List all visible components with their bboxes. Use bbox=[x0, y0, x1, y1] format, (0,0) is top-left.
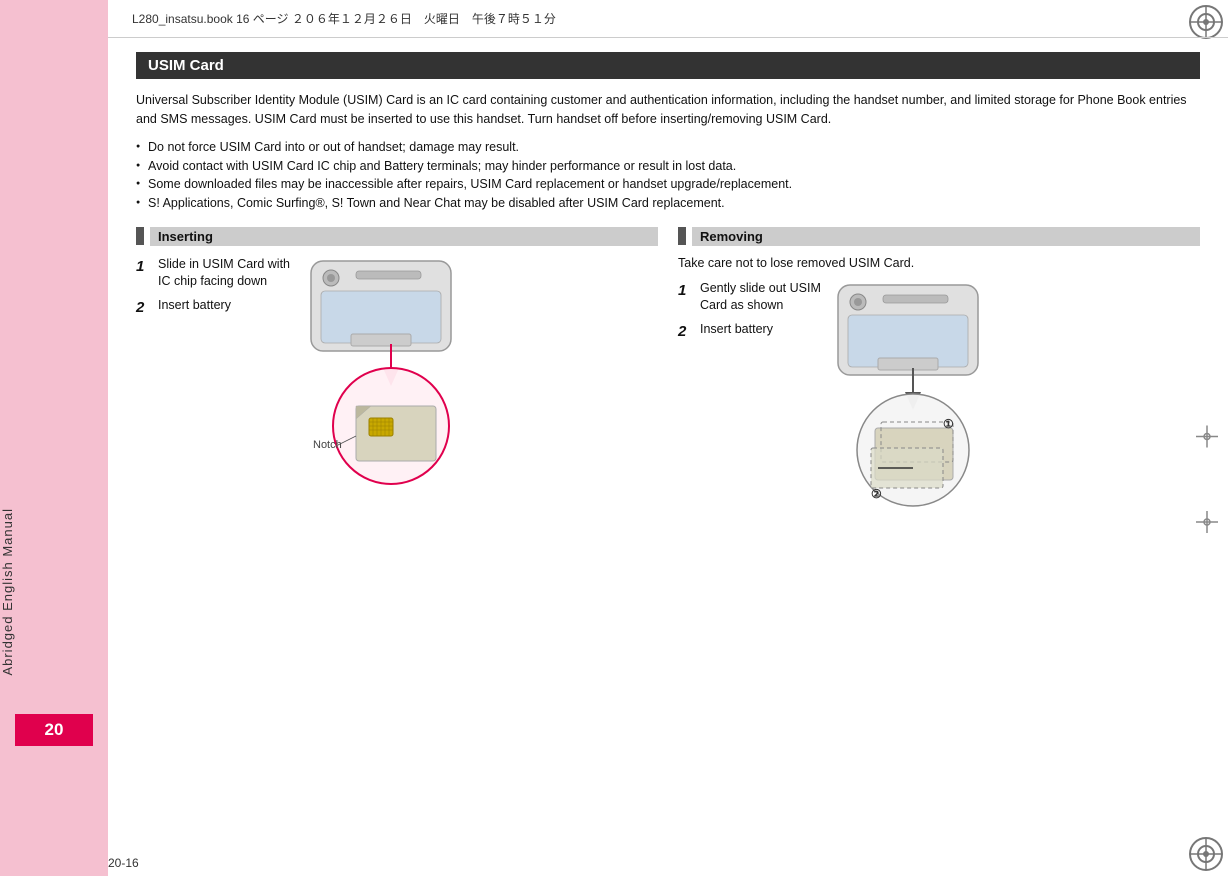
removing-content: 1 Gently slide out USIMCard as shown 2 I… bbox=[678, 280, 1200, 510]
intro-text: Universal Subscriber Identity Module (US… bbox=[136, 91, 1200, 130]
removing-steps: 1 Gently slide out USIMCard as shown 2 I… bbox=[678, 280, 823, 348]
bullet-item-2: Avoid contact with USIM Card IC chip and… bbox=[136, 157, 1200, 176]
bullet-item-3: Some downloaded files may be inaccessibl… bbox=[136, 175, 1200, 194]
page-number-badge: 20 bbox=[15, 714, 93, 746]
sidebar: Abridged English Manual 20 bbox=[0, 0, 108, 876]
step-2-text: Insert battery bbox=[158, 297, 231, 315]
remove-step-2-text: Insert battery bbox=[700, 321, 773, 339]
header-text: L280_insatsu.book 16 ページ ２０６年１２月２６日 火曜日 … bbox=[132, 10, 556, 27]
bullet-item-4: S! Applications, Comic Surfing®, S! Town… bbox=[136, 194, 1200, 213]
remove-diagram-svg: ① ② bbox=[823, 280, 1013, 510]
bottom-page-ref: 20-16 bbox=[108, 856, 139, 870]
removing-header-bar bbox=[678, 227, 686, 245]
inserting-content: 1 Slide in USIM Card withIC chip facing … bbox=[136, 256, 658, 486]
section-title: USIM Card bbox=[136, 52, 1200, 79]
removing-header-text: Removing bbox=[692, 227, 1200, 246]
remove-step-1-num: 1 bbox=[678, 280, 694, 301]
remove-step-1-text: Gently slide out USIMCard as shown bbox=[700, 280, 821, 315]
header-bar: L280_insatsu.book 16 ページ ２０６年１２月２６日 火曜日 … bbox=[108, 0, 1228, 38]
inserting-header: Inserting bbox=[136, 227, 658, 246]
inserting-step-2: 2 Insert battery bbox=[136, 297, 291, 318]
inserting-section: Inserting 1 Slide in USIM Card withIC ch… bbox=[136, 227, 658, 510]
bullet-list: Do not force USIM Card into or out of ha… bbox=[136, 138, 1200, 213]
step-1-text: Slide in USIM Card withIC chip facing do… bbox=[158, 256, 290, 291]
step-1-num: 1 bbox=[136, 256, 152, 277]
sidebar-label: Abridged English Manual bbox=[0, 508, 108, 676]
inserting-header-text: Inserting bbox=[150, 227, 658, 246]
insert-diagram-svg: Notch bbox=[291, 256, 491, 486]
main-content: USIM Card Universal Subscriber Identity … bbox=[108, 38, 1228, 848]
remove-diagram: ① ② bbox=[823, 280, 1200, 510]
two-column-section: Inserting 1 Slide in USIM Card withIC ch… bbox=[136, 227, 1200, 510]
svg-text:②: ② bbox=[871, 487, 882, 501]
svg-text:①: ① bbox=[943, 417, 954, 431]
inserting-steps: 1 Slide in USIM Card withIC chip facing … bbox=[136, 256, 291, 324]
insert-diagram: Notch bbox=[291, 256, 658, 486]
removing-step-1: 1 Gently slide out USIMCard as shown bbox=[678, 280, 823, 315]
removing-step-2: 2 Insert battery bbox=[678, 321, 823, 342]
step-2-num: 2 bbox=[136, 297, 152, 318]
removing-section: Removing Take care not to lose removed U… bbox=[678, 227, 1200, 510]
removing-header: Removing bbox=[678, 227, 1200, 246]
inserting-header-bar bbox=[136, 227, 144, 245]
bullet-item-1: Do not force USIM Card into or out of ha… bbox=[136, 138, 1200, 157]
inserting-step-1: 1 Slide in USIM Card withIC chip facing … bbox=[136, 256, 291, 291]
remove-step-2-num: 2 bbox=[678, 321, 694, 342]
removing-caution: Take care not to lose removed USIM Card. bbox=[678, 256, 1200, 270]
